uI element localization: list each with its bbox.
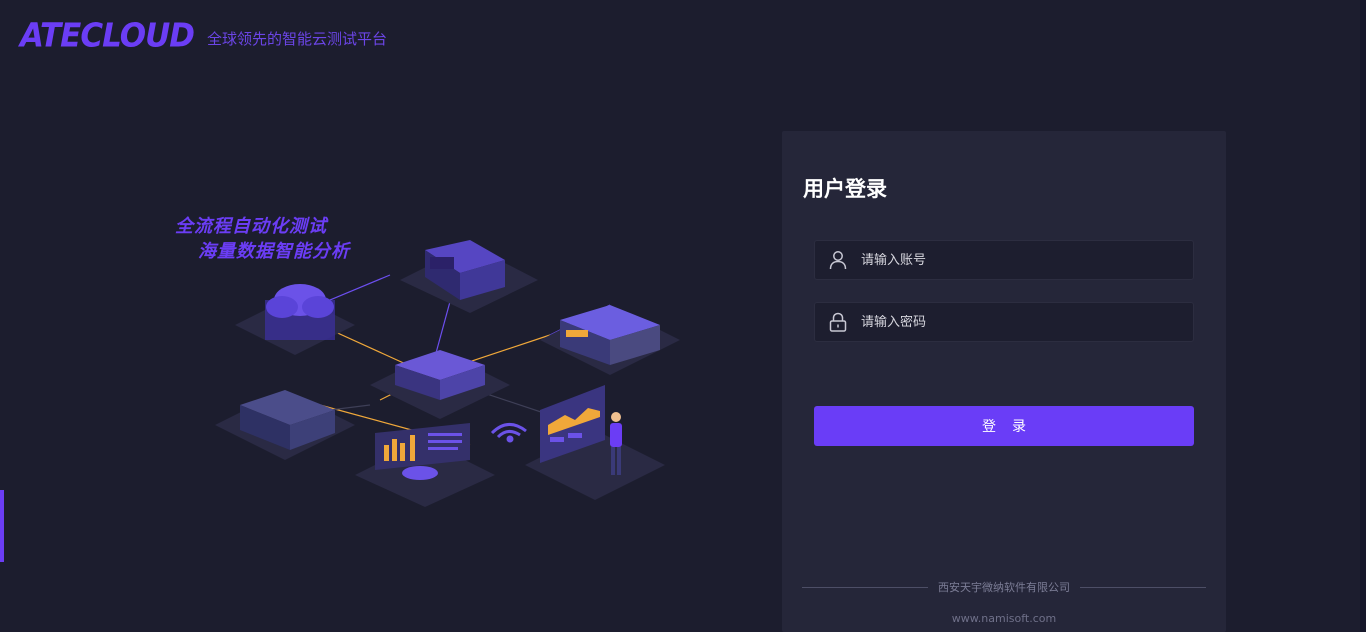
brand-logo[interactable]: ATECLOUD [20,17,195,55]
page-scrollbar[interactable] [1360,0,1366,632]
isometric-cloud-illustration [215,240,680,507]
lock-icon [815,312,861,332]
wifi-icon [490,423,527,443]
brand-slogan: 全球领先的智能云测试平台 [207,30,388,48]
login-button[interactable]: 登录 [814,406,1194,446]
divider-line-left [802,586,928,588]
cloud-icon [265,284,335,340]
password-input[interactable] [861,314,1161,330]
login-title: 用户登录 [803,177,887,201]
company-website[interactable]: www.namisoft.com [782,612,1226,625]
user-icon [815,250,861,270]
company-divider: 西安天宇微纳软件有限公司 [802,579,1206,595]
username-input[interactable] [861,252,1161,268]
password-field[interactable] [814,302,1194,342]
login-panel: 用户登录 登录 西安天宇微纳软件有限公司 www.namisoft.com [782,131,1226,632]
divider-line-right [1080,586,1206,588]
username-field[interactable] [814,240,1194,280]
side-accent-bar [0,490,4,562]
header: ATECLOUD 全球领先的智能云测试平台 [20,14,388,55]
company-name: 西安天宇微纳软件有限公司 [938,581,1070,594]
